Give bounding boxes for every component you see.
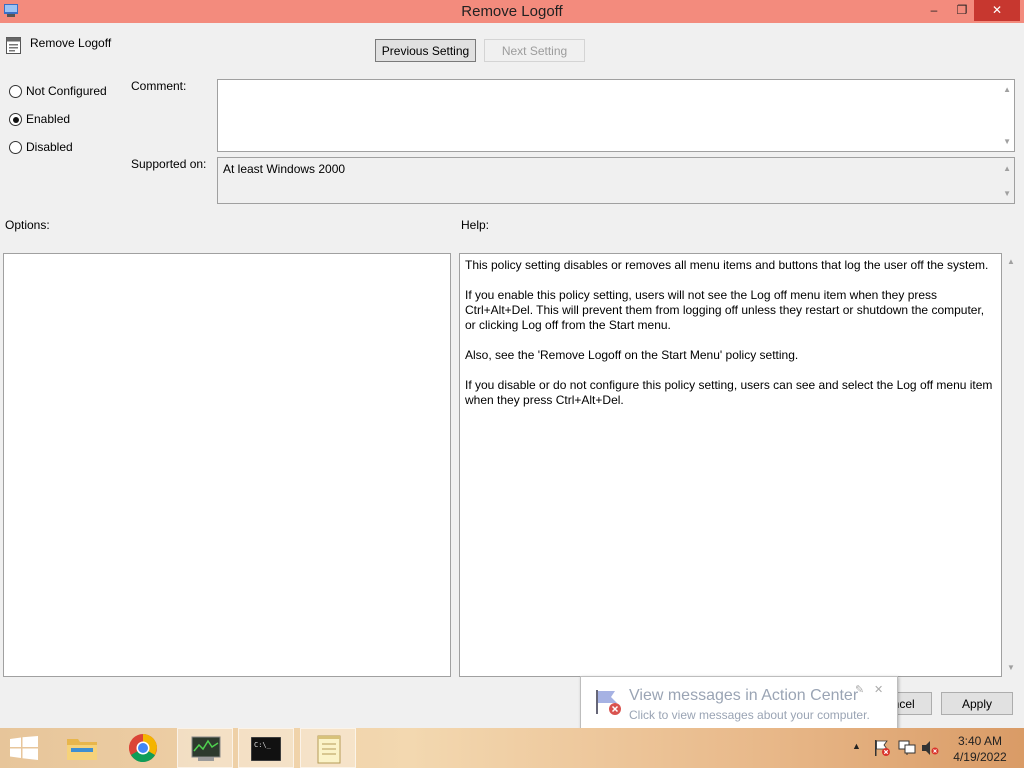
radio-circle[interactable] <box>9 113 22 126</box>
action-center-flag-icon <box>596 690 621 715</box>
network-icon[interactable] <box>898 740 916 756</box>
scroll-up-arrow-icon[interactable]: ▲ <box>1003 85 1011 94</box>
taskbar-notepad[interactable] <box>300 728 356 768</box>
help-paragraph: If you disable or do not configure this … <box>465 378 993 407</box>
policy-name: Remove Logoff <box>30 36 112 50</box>
radio-circle[interactable] <box>9 141 22 154</box>
taskbar-command-prompt[interactable]: C:\_ <box>238 728 294 768</box>
supported-on-field: At least Windows 2000 ▲ ▼ <box>217 157 1015 204</box>
help-label: Help: <box>461 218 490 232</box>
file-explorer-icon <box>67 739 97 760</box>
supported-on-label: Supported on: <box>131 157 207 171</box>
toast-subtitle: Click to view messages about your comput… <box>629 708 870 722</box>
help-paragraph: Also, see the 'Remove Logoff on the Star… <box>465 348 799 362</box>
clock-date: 4/19/2022 <box>953 750 1007 764</box>
action-center-flag-icon[interactable] <box>873 739 891 757</box>
show-hidden-icons-arrow[interactable]: ▲ <box>852 741 861 751</box>
taskbar-task-manager[interactable] <box>177 728 233 768</box>
clock-time: 3:40 AM <box>957 734 1003 748</box>
radio-label: Disabled <box>26 140 73 154</box>
system-clock[interactable]: 3:40 AM 4/19/2022 <box>946 733 1014 765</box>
options-label: Options: <box>5 218 50 232</box>
apply-button[interactable]: Apply <box>941 692 1013 715</box>
restore-icon: ❐ <box>956 3 968 17</box>
taskbar-chrome[interactable] <box>116 728 172 768</box>
taskbar: C:\_ ▲ 3:40 AM 4/19/2022 <box>0 728 1024 768</box>
toast-close-icon[interactable]: ✕ <box>874 683 883 696</box>
radio-label: Enabled <box>26 112 71 126</box>
scroll-down-arrow-icon[interactable]: ▼ <box>1003 137 1011 146</box>
close-button[interactable]: ✕ <box>974 0 1020 21</box>
supported-on-value: At least Windows 2000 <box>223 162 346 176</box>
comment-label: Comment: <box>131 79 187 93</box>
radio-label: Not Configured <box>26 84 107 98</box>
action-center-notification[interactable]: View messages in Action Center Click to … <box>580 676 898 730</box>
pin-icon[interactable]: ✎ <box>855 683 864 696</box>
help-scroll-down-icon[interactable]: ▼ <box>1007 663 1015 672</box>
toast-title: View messages in Action Center <box>629 687 859 704</box>
start-icon <box>10 736 38 760</box>
help-paragraph: This policy setting disables or removes … <box>465 258 989 272</box>
radio-circle[interactable] <box>9 85 22 98</box>
comment-textarea[interactable]: ▲ ▼ <box>217 79 1015 152</box>
close-icon: ✕ <box>991 3 1003 17</box>
command-prompt-icon: C:\_ <box>251 737 281 761</box>
scroll-down-arrow-icon[interactable]: ▼ <box>1003 189 1011 198</box>
notepad-icon <box>317 735 341 764</box>
help-scroll-up-icon[interactable]: ▲ <box>1007 257 1015 266</box>
help-paragraph: If you enable this policy setting, users… <box>465 288 985 332</box>
help-panel: This policy setting disables or removes … <box>459 253 1002 677</box>
previous-setting-button[interactable]: Previous Setting <box>375 39 476 62</box>
policy-setting-icon <box>6 37 21 54</box>
maximize-button[interactable]: ❐ <box>948 0 976 21</box>
options-panel <box>3 253 451 677</box>
scroll-up-arrow-icon[interactable]: ▲ <box>1003 164 1011 173</box>
svg-text:C:\_: C:\_ <box>254 741 272 749</box>
task-manager-icon <box>191 736 221 761</box>
next-setting-button[interactable]: Next Setting <box>484 39 585 62</box>
minimize-button[interactable]: – <box>920 0 948 21</box>
start-button[interactable] <box>0 728 56 768</box>
title-bar: Remove Logoff – ❐ ✕ <box>0 0 1024 23</box>
taskbar-file-explorer[interactable] <box>54 728 110 768</box>
volume-muted-icon[interactable] <box>921 740 939 756</box>
radio-selected-dot <box>12 116 19 123</box>
chrome-icon <box>129 734 157 763</box>
minimize-icon: – <box>930 3 938 17</box>
window-title: Remove Logoff <box>461 3 563 20</box>
